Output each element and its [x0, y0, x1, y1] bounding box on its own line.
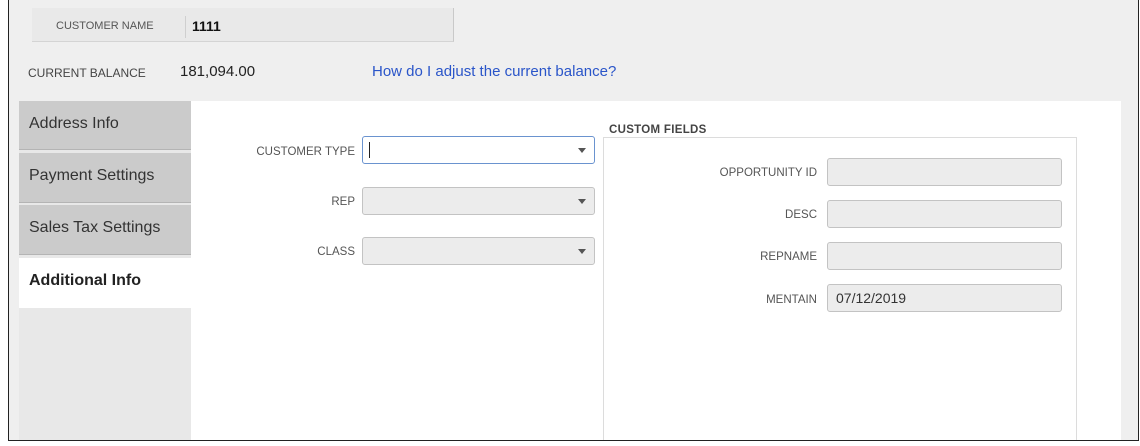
current-balance-label: CURRENT BALANCE [28, 66, 146, 80]
customer-edit-window: CUSTOMER NAME 1111 CURRENT BALANCE 181,0… [8, 0, 1139, 441]
rep-select[interactable] [362, 187, 595, 215]
customer-type-label: CUSTOMER TYPE [256, 146, 355, 158]
rep-label: REP [331, 196, 355, 208]
customer-name-divider [185, 16, 186, 38]
opportunity-id-field[interactable] [827, 158, 1062, 186]
customer-name-value: 1111 [192, 18, 221, 34]
tab-payment-settings[interactable]: Payment Settings [19, 153, 191, 203]
desc-field[interactable] [827, 200, 1062, 228]
class-label: CLASS [317, 246, 355, 258]
desc-label: DESC [785, 209, 817, 221]
custom-fields-title: CUSTOM FIELDS [609, 124, 707, 136]
mentain-field[interactable]: 07/12/2019 [827, 284, 1062, 312]
additional-info-panel: CUSTOMER TYPE REP CLASS CUSTOM FIELDS OP… [191, 101, 1121, 440]
mentain-label: MENTAIN [766, 294, 817, 306]
customer-type-select[interactable] [362, 136, 595, 164]
class-select[interactable] [362, 237, 595, 265]
current-balance-value: 181,094.00 [180, 63, 256, 80]
repname-field[interactable] [827, 242, 1062, 270]
dropdown-arrow-icon[interactable] [578, 199, 586, 204]
customer-name-label: CUSTOMER NAME [56, 20, 154, 32]
customer-name-panel: CUSTOMER NAME 1111 [32, 8, 454, 42]
repname-label: REPNAME [760, 251, 817, 263]
tab-additional-info[interactable]: Additional Info [19, 258, 191, 308]
text-caret [369, 142, 370, 158]
dropdown-arrow-icon[interactable] [578, 249, 586, 254]
opportunity-id-label: OPPORTUNITY ID [719, 167, 817, 179]
tab-address-info[interactable]: Address Info [19, 101, 191, 150]
tab-strip: Address Info Payment Settings Sales Tax … [19, 101, 191, 440]
tab-sales-tax-settings[interactable]: Sales Tax Settings [19, 205, 191, 255]
dropdown-arrow-icon[interactable] [578, 148, 586, 153]
adjust-balance-help-link[interactable]: How do I adjust the current balance? [372, 63, 616, 80]
